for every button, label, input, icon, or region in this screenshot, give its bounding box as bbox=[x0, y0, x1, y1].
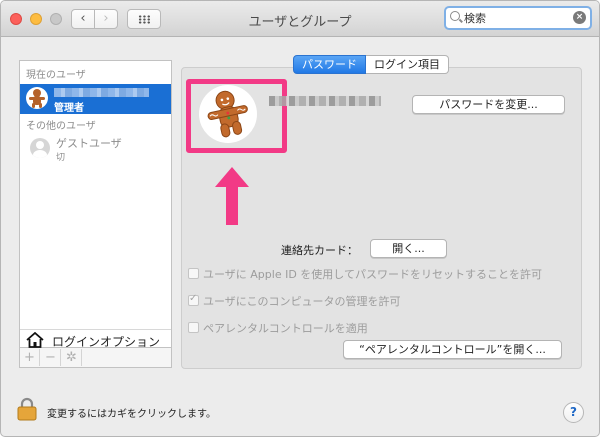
house-icon bbox=[26, 332, 44, 348]
guest-user-name[interactable]: ゲストユーザ bbox=[56, 135, 122, 151]
guest-avatar-icon bbox=[30, 138, 50, 158]
user-list-toolbar: + − ✲ bbox=[19, 348, 172, 368]
add-user-button[interactable]: + bbox=[20, 349, 40, 366]
change-password-button[interactable]: パスワードを変更... bbox=[412, 95, 565, 114]
help-button[interactable]: ? bbox=[563, 402, 584, 423]
search-field[interactable]: × bbox=[444, 6, 592, 30]
open-contact-button[interactable]: 開く... bbox=[370, 239, 447, 258]
gingerbread-icon bbox=[207, 90, 248, 138]
title-bar: ‹ › ユーザとグループ × bbox=[1, 1, 599, 37]
allow-admin-label: ユーザにこのコンピュータの管理を許可 bbox=[203, 295, 401, 308]
contact-card-label: 連絡先カード： bbox=[281, 244, 358, 257]
clear-search-icon[interactable]: × bbox=[573, 11, 586, 24]
allow-admin-checkbox[interactable] bbox=[188, 293, 199, 306]
gingerbread-icon bbox=[29, 89, 45, 108]
tab-password[interactable]: パスワード bbox=[293, 55, 366, 74]
lock-icon[interactable] bbox=[17, 397, 37, 421]
guest-user-status: 切 bbox=[56, 153, 66, 163]
user-list: 現在のユーザ 管理者 その他のユーザ ゲストユーザ 切 ログインオプション bbox=[19, 60, 172, 349]
tab-login-items[interactable]: ログイン項目 bbox=[366, 55, 449, 74]
full-name-redacted bbox=[269, 96, 381, 106]
other-users-header: その他のユーザ bbox=[26, 121, 96, 132]
lock-message: 変更するにはカギをクリックします。 bbox=[47, 409, 216, 420]
arrow-up-icon bbox=[215, 167, 249, 225]
avatar bbox=[26, 87, 48, 109]
action-gear-icon[interactable]: ✲ bbox=[62, 349, 82, 366]
parental-controls-checkbox[interactable] bbox=[188, 322, 199, 333]
remove-user-button[interactable]: − bbox=[41, 349, 61, 366]
user-name-redacted bbox=[54, 88, 149, 97]
current-users-header: 現在のユーザ bbox=[26, 70, 86, 81]
allow-apple-id-reset-label: ユーザに Apple ID を使用してパスワードをリセットすることを許可 bbox=[203, 268, 542, 281]
parental-controls-label: ペアレンタルコントロールを適用 bbox=[203, 322, 368, 335]
user-picture[interactable] bbox=[199, 85, 257, 143]
tab-bar: パスワード ログイン項目 bbox=[293, 55, 449, 75]
allow-apple-id-reset-checkbox[interactable] bbox=[188, 268, 199, 279]
search-icon bbox=[450, 11, 460, 21]
user-role: 管理者 bbox=[54, 103, 84, 114]
open-parental-controls-button[interactable]: “ペアレンタルコントロール”を開く... bbox=[343, 340, 562, 359]
login-options-item[interactable]: ログインオプション bbox=[20, 329, 171, 349]
preferences-window: ‹ › ユーザとグループ × 現在のユーザ 管理者 その他 bbox=[0, 0, 600, 437]
search-input[interactable] bbox=[464, 10, 564, 26]
user-list-item-current[interactable]: 管理者 bbox=[20, 84, 171, 114]
